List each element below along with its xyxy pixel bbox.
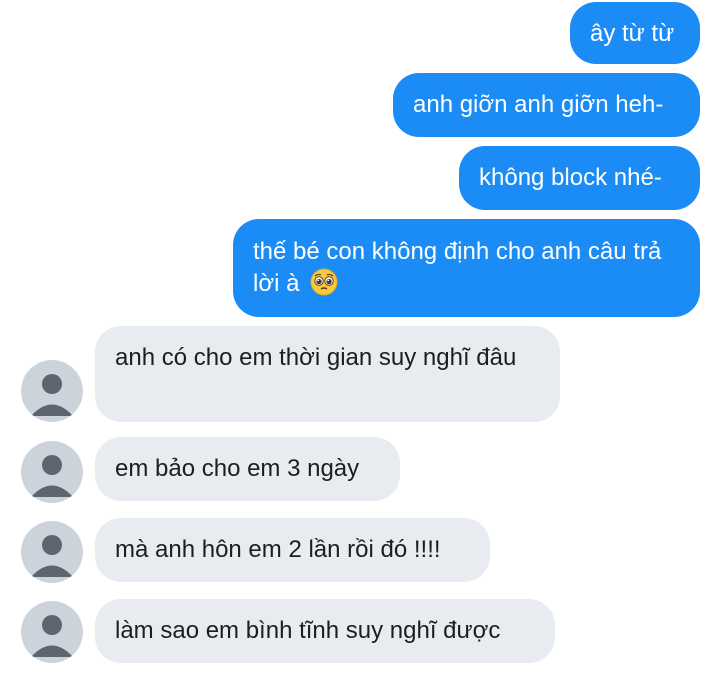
incoming-message[interactable]: em bảo cho em 3 ngày	[95, 437, 400, 501]
outgoing-message[interactable]: ây từ từ	[570, 2, 700, 64]
avatar[interactable]	[21, 441, 83, 503]
default-user-avatar-icon	[31, 535, 73, 577]
avatar[interactable]	[21, 521, 83, 583]
message-text: em bảo cho em 3 ngày	[115, 455, 360, 482]
incoming-message[interactable]: anh có cho em thời gian suy nghĩ đâu	[95, 326, 560, 422]
incoming-message[interactable]: làm sao em bình tĩnh suy nghĩ được	[95, 599, 555, 663]
message-text: làm sao em bình tĩnh suy nghĩ được	[115, 617, 501, 644]
message-text: không block nhé-	[479, 164, 662, 191]
avatar[interactable]	[21, 360, 83, 422]
default-user-avatar-icon	[31, 455, 73, 497]
outgoing-message[interactable]: không block nhé-	[459, 146, 700, 210]
incoming-message[interactable]: mà anh hôn em 2 lần rồi đó !!!!	[95, 518, 490, 582]
message-text: anh có cho em thời gian suy nghĩ đâu	[115, 344, 517, 371]
avatar[interactable]	[21, 601, 83, 663]
outgoing-message[interactable]: anh giỡn anh giỡn heh-	[393, 73, 700, 137]
default-user-avatar-icon	[31, 615, 73, 657]
message-text: anh giỡn anh giỡn heh-	[413, 91, 664, 118]
message-text: ây từ từ	[590, 20, 675, 47]
default-user-avatar-icon	[31, 374, 73, 416]
outgoing-message[interactable]: thế bé con không định cho anh câu trả lờ…	[233, 219, 700, 317]
message-text: mà anh hôn em 2 lần rồi đó !!!!	[115, 536, 441, 563]
pleading-face-emoji	[310, 268, 338, 305]
